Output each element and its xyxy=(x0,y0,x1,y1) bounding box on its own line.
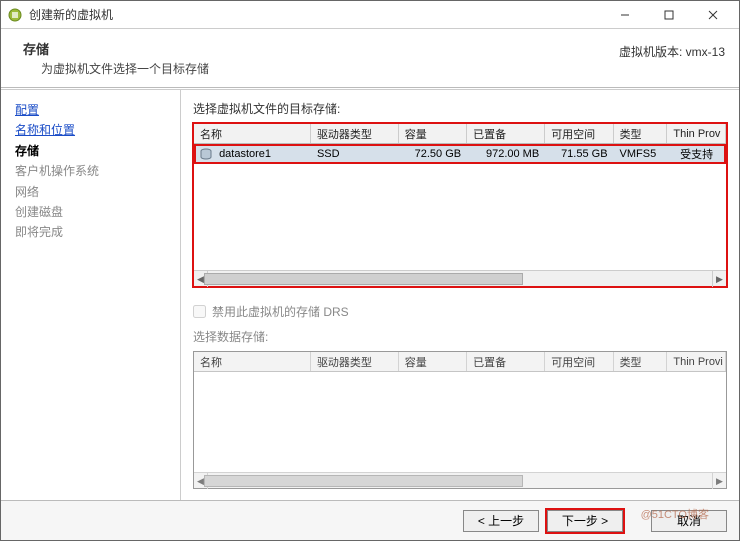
scroll-right-icon[interactable]: ▶ xyxy=(712,271,726,287)
col-free[interactable]: 可用空间 xyxy=(545,124,613,143)
datastore-row[interactable]: datastore1 SSD 72.50 GB 972.00 MB 71.55 … xyxy=(194,144,726,164)
col-name[interactable]: 名称 xyxy=(194,124,311,143)
secondary-grid-hscroll[interactable]: ◀ ▶ xyxy=(194,472,726,488)
wizard-footer: < 上一步 下一步 > 取消 @51CTO博客 xyxy=(1,500,739,540)
wizard-main: 选择虚拟机文件的目标存储: 名称 驱动器类型 容量 已置备 可用空间 类型 Th… xyxy=(181,90,739,500)
row-free: 71.55 GB xyxy=(545,148,613,160)
col-thin[interactable]: Thin Prov xyxy=(667,124,726,143)
page-subtitle: 为虚拟机文件选择一个目标存储 xyxy=(23,60,619,77)
secondary-grid-body xyxy=(194,372,726,472)
page-title: 存储 xyxy=(23,39,619,58)
row-thin: 受支持 xyxy=(667,146,726,162)
row-name: datastore1 xyxy=(219,148,271,160)
col-provisioned[interactable]: 已置备 xyxy=(467,124,545,143)
close-button[interactable] xyxy=(691,2,735,28)
col-capacity[interactable]: 容量 xyxy=(399,124,467,143)
sidebar-item-name-location[interactable]: 名称和位置 xyxy=(15,120,172,140)
scroll-thumb[interactable] xyxy=(204,273,523,285)
maximize-button[interactable] xyxy=(647,2,691,28)
row-capacity: 72.50 GB xyxy=(399,148,467,160)
sidebar-item-network: 网络 xyxy=(15,182,172,202)
next-button[interactable]: 下一步 > xyxy=(547,510,623,532)
datastore-grid[interactable]: 名称 驱动器类型 容量 已置备 可用空间 类型 Thin Prov dat xyxy=(193,123,727,287)
select-datastore-label: 选择数据存储: xyxy=(193,328,727,345)
col-type[interactable]: 类型 xyxy=(614,124,668,143)
window-title: 创建新的虚拟机 xyxy=(29,6,113,23)
sidebar-item-guest-os: 客户机操作系统 xyxy=(15,161,172,181)
sidebar-item-storage: 存储 xyxy=(15,141,172,161)
back-button[interactable]: < 上一步 xyxy=(463,510,539,532)
col2-drive-type: 驱动器类型 xyxy=(311,352,399,371)
app-icon xyxy=(7,7,23,23)
cancel-button[interactable]: 取消 xyxy=(651,510,727,532)
row-provisioned: 972.00 MB xyxy=(467,148,545,160)
col2-thin: Thin Provi xyxy=(667,352,726,371)
secondary-grid-header: 名称 驱动器类型 容量 已置备 可用空间 类型 Thin Provi xyxy=(194,352,726,372)
col-drive-type[interactable]: 驱动器类型 xyxy=(311,124,399,143)
col2-type: 类型 xyxy=(614,352,668,371)
row-type: VMFS5 xyxy=(614,148,668,160)
scroll-right-icon[interactable]: ▶ xyxy=(712,473,726,489)
disable-storage-drs-checkbox: 禁用此虚拟机的存储 DRS xyxy=(193,303,727,320)
col2-provisioned: 已置备 xyxy=(467,352,545,371)
datastore-grid-hscroll[interactable]: ◀ ▶ xyxy=(194,270,726,286)
col2-free: 可用空间 xyxy=(545,352,613,371)
wizard-steps-sidebar: 配置 名称和位置 存储 客户机操作系统 网络 创建磁盘 即将完成 xyxy=(1,90,181,500)
wizard-header: 存储 为虚拟机文件选择一个目标存储 虚拟机版本: vmx-13 xyxy=(1,29,739,87)
sidebar-item-ready: 即将完成 xyxy=(15,222,172,242)
datastore-icon xyxy=(200,148,212,160)
sidebar-item-config[interactable]: 配置 xyxy=(15,100,172,120)
row-drive-type: SSD xyxy=(311,148,399,160)
titlebar: 创建新的虚拟机 xyxy=(1,1,739,29)
col2-name: 名称 xyxy=(194,352,311,371)
sidebar-item-create-disk: 创建磁盘 xyxy=(15,202,172,222)
select-storage-label: 选择虚拟机文件的目标存储: xyxy=(193,100,727,117)
col2-capacity: 容量 xyxy=(399,352,467,371)
secondary-datastore-grid: 名称 驱动器类型 容量 已置备 可用空间 类型 Thin Provi ◀ ▶ xyxy=(193,351,727,489)
disable-storage-drs-input xyxy=(193,305,206,318)
wizard-window: 创建新的虚拟机 存储 为虚拟机文件选择一个目标存储 虚拟机版本: vmx-13 … xyxy=(0,0,740,541)
minimize-button[interactable] xyxy=(603,2,647,28)
disable-storage-drs-label: 禁用此虚拟机的存储 DRS xyxy=(212,303,349,320)
scroll-thumb[interactable] xyxy=(204,475,523,487)
vm-version-label: 虚拟机版本: vmx-13 xyxy=(619,39,725,60)
datastore-grid-header: 名称 驱动器类型 容量 已置备 可用空间 类型 Thin Prov xyxy=(194,124,726,144)
